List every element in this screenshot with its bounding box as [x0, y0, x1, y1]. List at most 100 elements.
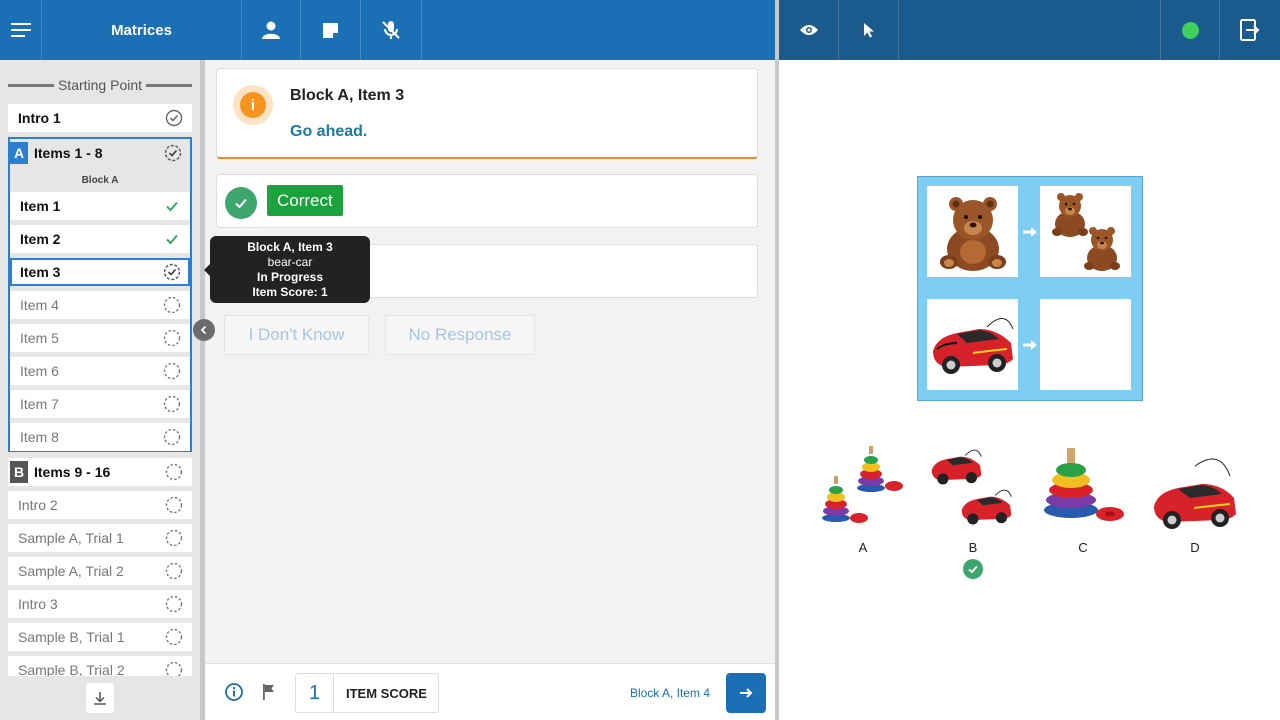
info-circle-icon[interactable]: [224, 682, 244, 702]
scoring-panel: i Block A, Item 3 Go ahead. Correct I Do…: [205, 60, 775, 663]
sidebar-footer: [0, 676, 200, 720]
item-title: Block A, Item 3: [290, 87, 405, 104]
sidebar-item-4[interactable]: Item 4: [10, 291, 190, 319]
tooltip-item-name: bear-car: [267, 255, 313, 269]
menu-icon: [10, 23, 31, 37]
pending-circle-icon: [165, 628, 183, 646]
pointer-button[interactable]: [839, 0, 899, 60]
two-cars-image: [931, 449, 1012, 525]
pointer-icon: [863, 23, 874, 38]
stacking-rings-pair-image: [822, 446, 903, 523]
sidebar-item-intro-2[interactable]: Intro 2: [8, 491, 192, 519]
stimulus-toolbar: [779, 0, 1280, 60]
sidebar-item-intro-1[interactable]: Intro 1: [8, 104, 192, 132]
correct-button[interactable]: Correct: [267, 185, 343, 216]
pending-circle-icon: [165, 562, 183, 580]
choice-d-label: D: [1190, 540, 1200, 555]
sidebar-item-3[interactable]: Item 3: [10, 258, 190, 286]
progress-circle-icon: [164, 144, 182, 162]
flag-icon[interactable]: [259, 682, 279, 702]
next-item-button[interactable]: [726, 673, 766, 713]
matrix-cell-two-bears: [1040, 186, 1131, 277]
mic-button[interactable]: [361, 0, 422, 60]
sidebar-item-sample-a-trial-1[interactable]: Sample A, Trial 1: [8, 524, 192, 552]
choice-b[interactable]: [928, 436, 1018, 536]
pending-circle-icon: [165, 529, 183, 547]
sidebar-item-6[interactable]: Item 6: [10, 357, 190, 385]
subtest-title: Matrices: [42, 0, 242, 60]
block-b-header[interactable]: B Items 9 - 16: [8, 458, 192, 486]
sidebar-item-5[interactable]: Item 5: [10, 324, 190, 352]
checkmark-icon: [166, 234, 178, 245]
choice-d[interactable]: [1150, 436, 1240, 536]
mic-off-icon: [382, 21, 400, 39]
pending-circle-icon: [163, 428, 181, 446]
notes-button[interactable]: [301, 0, 361, 60]
no-response-button[interactable]: No Response: [385, 315, 535, 355]
red-car-image: [933, 318, 1014, 374]
panel-divider[interactable]: [775, 0, 779, 720]
dont-know-button[interactable]: I Don't Know: [224, 315, 369, 355]
pending-circle-icon: [163, 329, 181, 347]
info-badge: i: [233, 85, 273, 125]
pending-circle-icon: [165, 463, 183, 481]
pending-circle-icon: [163, 395, 181, 413]
choice-c-label: C: [1078, 540, 1088, 555]
exit-button[interactable]: [1220, 0, 1280, 60]
sidebar-item-2[interactable]: Item 2: [10, 225, 190, 253]
pending-circle-icon: [165, 595, 183, 613]
item-instructions-card: i Block A, Item 3 Go ahead.: [216, 68, 758, 159]
choice-c[interactable]: [1038, 436, 1128, 536]
menu-button[interactable]: [0, 0, 42, 60]
sidebar-item-1[interactable]: Item 1: [10, 192, 190, 220]
two-bears-image: [1052, 193, 1120, 271]
sidebar-item-sample-b-trial-1[interactable]: Sample B, Trial 1: [8, 623, 192, 651]
checkmark-icon: [166, 201, 178, 212]
sidebar-item-intro-3[interactable]: Intro 3: [8, 590, 192, 618]
item-list[interactable]: Starting Point Intro 1 A Items 1 - 8 Blo…: [0, 60, 200, 676]
sidebar-item-8[interactable]: Item 8: [10, 423, 190, 451]
red-car-image: [1154, 458, 1236, 529]
arrow-right-icon: [1023, 227, 1037, 237]
pending-circle-icon: [165, 661, 183, 676]
sidebar-item-sample-a-trial-2[interactable]: Sample A, Trial 2: [8, 557, 192, 585]
sidebar-item-7[interactable]: Item 7: [10, 390, 190, 418]
download-button[interactable]: [86, 683, 114, 713]
progress-circle-icon: [163, 263, 181, 281]
top-bar: Matrices: [0, 0, 775, 60]
examinee-button[interactable]: [242, 0, 301, 60]
person-icon: [262, 21, 280, 39]
chevron-left-icon: [200, 325, 207, 335]
choice-a[interactable]: [818, 436, 908, 536]
tooltip-score: Item Score: 1: [252, 285, 328, 299]
view-button[interactable]: [779, 0, 839, 60]
item-tooltip: Block A, Item 3 bear-car In Progress Ite…: [204, 236, 370, 303]
arrow-right-icon: [740, 688, 753, 698]
arrow-right-icon: [1023, 340, 1037, 350]
sidebar-item-sample-b-trial-2[interactable]: Sample B, Trial 2: [8, 656, 192, 676]
selected-check-icon: [963, 559, 983, 579]
pending-circle-icon: [163, 296, 181, 314]
stacking-rings-image: [1044, 448, 1124, 521]
block-a-header[interactable]: A Items 1 - 8: [10, 139, 190, 167]
item-sidebar: Starting Point Intro 1 A Items 1 - 8 Blo…: [0, 60, 200, 720]
exit-icon: [1240, 19, 1260, 41]
download-icon: [94, 692, 106, 705]
item-score-box: 1 ITEM SCORE: [295, 673, 439, 713]
pending-circle-icon: [165, 496, 183, 514]
matrix-cell-car: [927, 299, 1018, 390]
check-circle-icon: [165, 109, 183, 127]
response-card: Correct: [216, 174, 758, 228]
tooltip-title: Block A, Item 3: [247, 240, 333, 254]
block-a-badge: A: [10, 142, 28, 164]
matrix-stimulus: [917, 176, 1143, 401]
note-icon: [323, 22, 338, 38]
collapse-sidebar-button[interactable]: [193, 319, 215, 341]
tooltip-status: In Progress: [256, 270, 324, 284]
choice-b-label: B: [968, 540, 978, 555]
block-a-subtitle: Block A: [81, 175, 119, 186]
matrix-cell-bear: [927, 186, 1018, 277]
teddy-bear-image: [940, 197, 1006, 271]
matrix-cell-empty: [1040, 299, 1131, 390]
starting-point-header: Starting Point: [8, 76, 192, 94]
